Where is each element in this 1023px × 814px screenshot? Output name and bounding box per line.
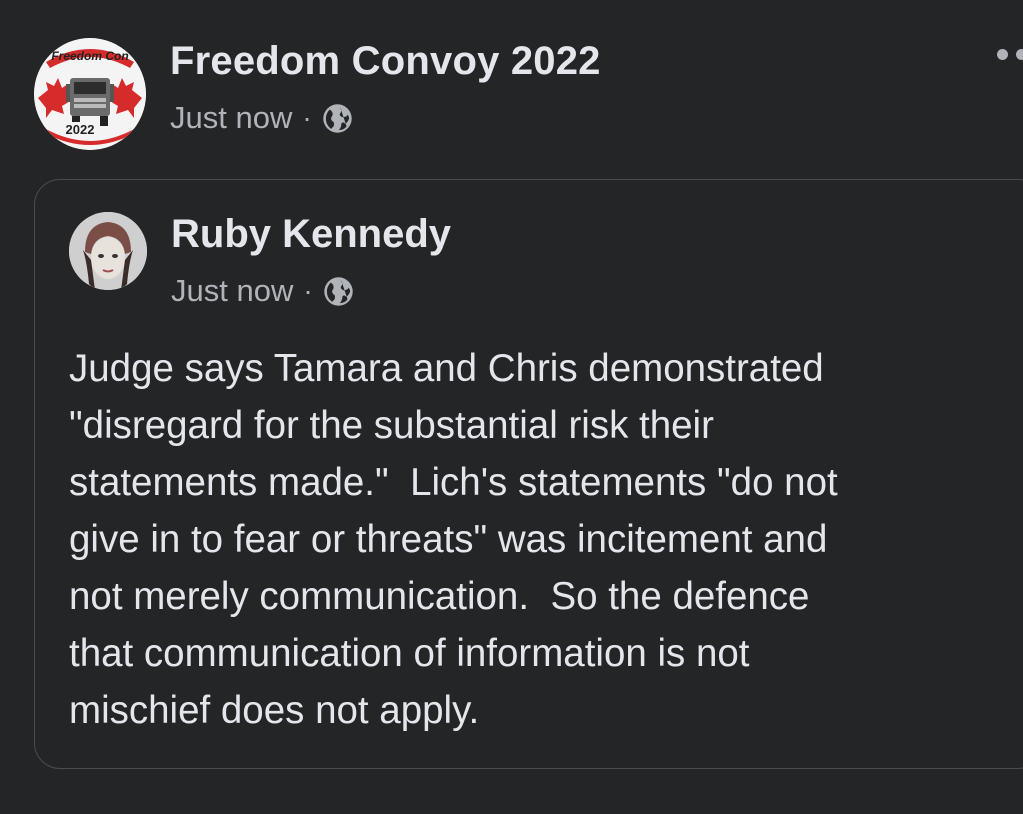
post-header-text: Freedom Convoy 2022 Just now · (170, 39, 601, 135)
meta-separator: · (302, 102, 312, 133)
avatar-year-text: 2022 (66, 122, 95, 137)
more-dot (1016, 49, 1023, 60)
post-header: Freedom Con 2022 Freedom Convoy 2022 Jus… (34, 38, 601, 150)
post-body-text: Judge says Tamara and Chris demonstrated… (69, 347, 838, 732)
post-meta: Just now · (170, 101, 601, 135)
user-avatar[interactable] (69, 212, 147, 290)
shared-post-card[interactable]: Ruby Kennedy Just now · Judge says Tamar… (34, 179, 1023, 769)
shared-post-timestamp[interactable]: Just now (171, 274, 293, 308)
profile-photo-icon (69, 212, 147, 290)
globe-icon[interactable] (322, 103, 353, 134)
more-dot (997, 49, 1008, 60)
author-name-link[interactable]: Ruby Kennedy (171, 212, 451, 256)
meta-separator: · (303, 275, 313, 306)
globe-icon[interactable] (323, 276, 354, 307)
post-timestamp[interactable]: Just now (170, 101, 292, 135)
post-view: Freedom Con 2022 Freedom Convoy 2022 Jus… (0, 0, 1023, 814)
avatar-banner-text: Freedom Con (51, 49, 128, 63)
shared-post-header: Ruby Kennedy Just now · (69, 212, 451, 308)
more-options-icon[interactable] (997, 49, 1023, 60)
page-avatar[interactable]: Freedom Con 2022 (34, 38, 146, 150)
convoy-logo-icon: Freedom Con 2022 (34, 38, 146, 150)
shared-post-meta: Just now · (171, 274, 451, 308)
page-name-link[interactable]: Freedom Convoy 2022 (170, 39, 601, 83)
shared-header-text: Ruby Kennedy Just now · (171, 212, 451, 308)
